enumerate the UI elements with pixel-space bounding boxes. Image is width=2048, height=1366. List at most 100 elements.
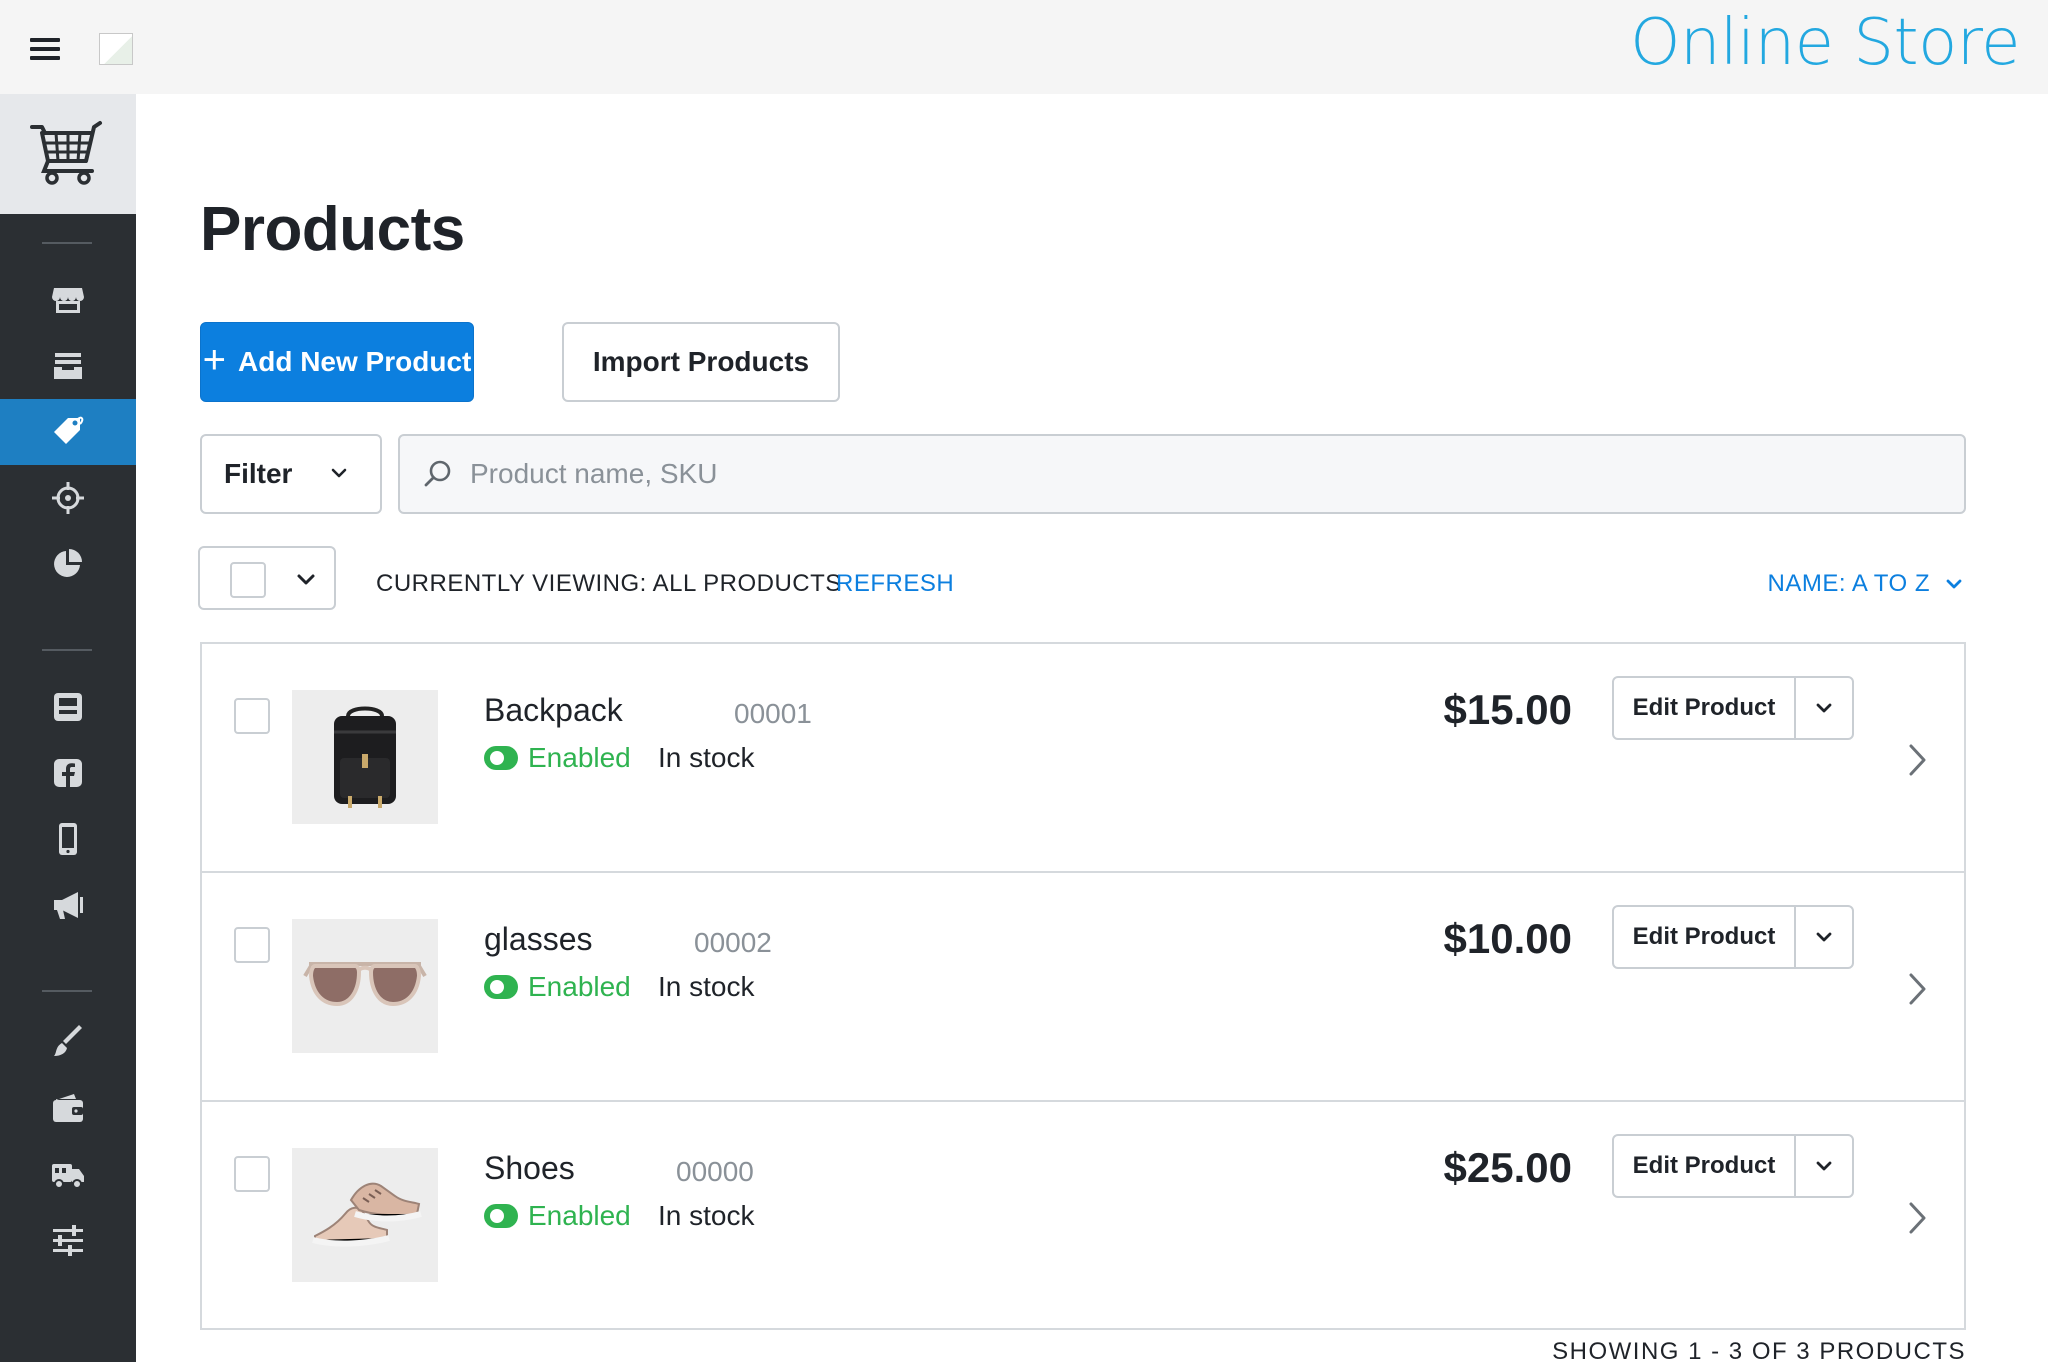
product-status[interactable]: Enabled — [484, 742, 631, 774]
product-thumbnail[interactable] — [292, 919, 438, 1053]
tags-icon — [54, 416, 84, 444]
chevron-down-icon — [297, 574, 315, 585]
product-name[interactable]: Backpack — [484, 692, 623, 729]
paintbrush-icon — [54, 1025, 82, 1056]
sidebar-divider — [42, 649, 92, 651]
truck-icon — [52, 1164, 84, 1189]
enabled-toggle-icon — [484, 975, 518, 999]
sidebar-item-shipping[interactable] — [0, 1141, 136, 1207]
brand-title: Online Store — [1630, 6, 2020, 80]
product-sku: 00001 — [734, 698, 812, 729]
select-all-checkbox[interactable] — [230, 562, 266, 598]
edit-product-button[interactable]: Edit Product — [1614, 1136, 1796, 1196]
product-row[interactable]: Shoes 00000 Enabled In stock $25.00 Edit… — [202, 1102, 1964, 1331]
product-price: $15.00 — [1443, 686, 1572, 733]
product-status[interactable]: Enabled — [484, 1200, 631, 1232]
status-label: Enabled — [528, 971, 631, 1002]
sidebar-item-facebook[interactable] — [0, 740, 136, 806]
logo-image — [99, 33, 133, 65]
product-price: $10.00 — [1443, 915, 1572, 962]
search-input[interactable] — [470, 458, 1870, 490]
edit-product-button[interactable]: Edit Product — [1614, 678, 1796, 738]
search-icon — [424, 460, 451, 487]
search-box[interactable] — [398, 434, 1966, 514]
stock-status: In stock — [658, 1200, 755, 1231]
shoes-image — [312, 1182, 422, 1247]
chevron-down-icon — [1816, 932, 1832, 942]
sidebar-item-storefront[interactable] — [0, 267, 136, 333]
edit-product-button[interactable]: Edit Product — [1614, 907, 1796, 967]
edit-product-button-group: Edit Product — [1612, 676, 1854, 740]
sunglasses-image — [303, 962, 427, 1007]
page-title: Products — [200, 195, 465, 264]
sort-dropdown[interactable]: NAME: A TO Z — [1768, 570, 1965, 598]
add-new-product-button[interactable]: + Add New Product — [200, 322, 474, 402]
sidebar-divider — [42, 990, 92, 992]
product-status[interactable]: Enabled — [484, 971, 631, 1003]
filter-label: Filter — [224, 458, 293, 489]
sidebar-item-mobile[interactable] — [0, 806, 136, 872]
select-all-dropdown[interactable] — [198, 546, 336, 610]
enabled-toggle-icon — [484, 746, 518, 770]
filter-dropdown[interactable]: Filter — [200, 434, 382, 514]
product-list: Backpack 00001 Enabled In stock $15.00 E… — [200, 642, 1966, 1330]
stock-status: In stock — [658, 971, 755, 1002]
megaphone-icon — [54, 892, 83, 919]
sliders-icon — [53, 1225, 83, 1256]
sidebar — [0, 94, 136, 1362]
wallet-icon — [53, 1094, 83, 1122]
product-row[interactable]: glasses 00002 Enabled In stock $10.00 Ed… — [202, 873, 1964, 1102]
main-content: Products + Add New Product Import Produc… — [136, 94, 2048, 1365]
status-label: Enabled — [528, 1200, 631, 1231]
chevron-down-icon — [1816, 703, 1832, 713]
chevron-right-icon[interactable] — [1904, 969, 1930, 1009]
product-thumbnail[interactable] — [292, 690, 438, 824]
plus-icon: + — [202, 338, 226, 382]
product-checkbox[interactable] — [234, 698, 270, 734]
product-checkbox[interactable] — [234, 1156, 270, 1192]
product-name[interactable]: glasses — [484, 921, 593, 958]
status-label: Enabled — [528, 742, 631, 773]
sidebar-divider — [42, 242, 92, 244]
chevron-right-icon[interactable] — [1904, 740, 1930, 780]
sidebar-item-orders[interactable] — [0, 333, 136, 399]
sidebar-item-promotions[interactable] — [0, 872, 136, 938]
stock-status: In stock — [658, 742, 755, 773]
backpack-image — [334, 706, 396, 808]
sidebar-item-marketing[interactable] — [0, 465, 136, 531]
add-new-product-label: Add New Product — [238, 346, 472, 377]
edit-product-menu-button[interactable] — [1796, 678, 1852, 738]
edit-product-menu-button[interactable] — [1796, 907, 1852, 967]
facebook-icon — [54, 759, 82, 787]
shopping-cart-icon — [30, 121, 102, 185]
sort-label: NAME: A TO Z — [1767, 570, 1930, 597]
product-thumbnail[interactable] — [292, 1148, 438, 1282]
inbox-icon — [54, 353, 82, 379]
edit-product-button-group: Edit Product — [1612, 1134, 1854, 1198]
refresh-link[interactable]: REFRESH — [836, 570, 954, 598]
store-logo[interactable] — [0, 94, 136, 214]
chevron-down-icon — [1946, 579, 1962, 589]
currently-viewing-text: CURRENTLY VIEWING: ALL PRODUCTS — [376, 570, 842, 597]
product-row[interactable]: Backpack 00001 Enabled In stock $15.00 E… — [202, 644, 1964, 873]
top-bar: Online Store — [0, 0, 2048, 94]
edit-product-menu-button[interactable] — [1796, 1136, 1852, 1196]
sidebar-item-settings[interactable] — [0, 1207, 136, 1273]
hamburger-menu-icon[interactable] — [30, 38, 60, 60]
enabled-toggle-icon — [484, 1204, 518, 1228]
sidebar-item-payment[interactable] — [0, 1075, 136, 1141]
product-sku: 00000 — [676, 1156, 754, 1187]
sidebar-item-products[interactable] — [0, 399, 136, 465]
storefront-icon — [52, 288, 84, 313]
product-checkbox[interactable] — [234, 927, 270, 963]
sidebar-item-sales-channel[interactable] — [0, 674, 136, 740]
import-products-button[interactable]: Import Products — [562, 322, 840, 402]
product-sku: 00002 — [694, 927, 772, 958]
edit-product-button-group: Edit Product — [1612, 905, 1854, 969]
product-price: $25.00 — [1443, 1144, 1572, 1191]
chevron-right-icon[interactable] — [1904, 1198, 1930, 1238]
crosshair-icon — [52, 482, 84, 514]
sidebar-item-reports[interactable] — [0, 531, 136, 597]
product-name[interactable]: Shoes — [484, 1150, 575, 1187]
sidebar-item-design[interactable] — [0, 1009, 136, 1075]
